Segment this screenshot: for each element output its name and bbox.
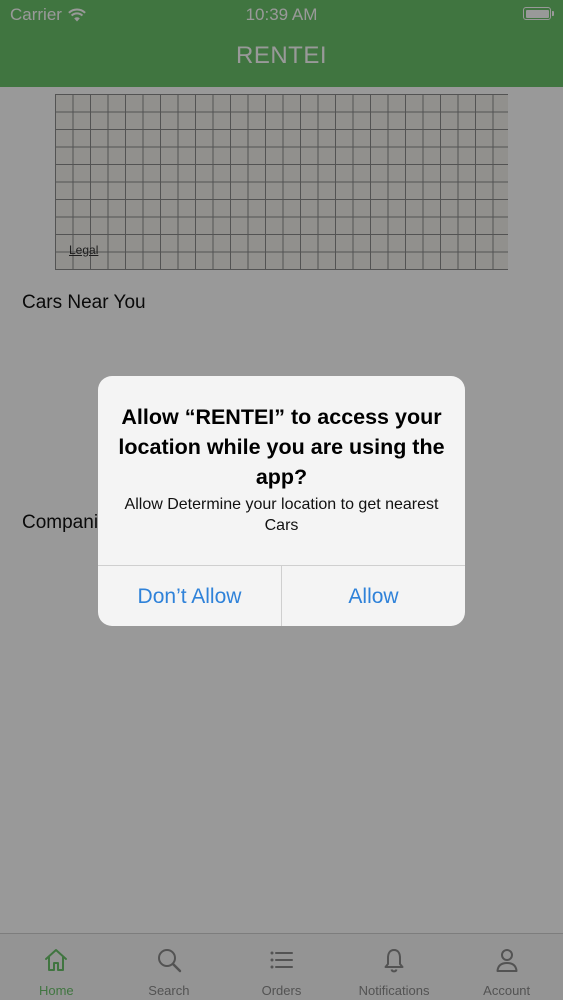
- allow-button[interactable]: Allow: [282, 566, 465, 626]
- location-permission-alert: Allow “RENTEI” to access your location w…: [98, 376, 465, 626]
- app-screen: Carrier 10:39 AM RENTEI Legal Cars Near …: [0, 0, 563, 1000]
- alert-message: Allow Determine your location to get nea…: [124, 496, 439, 534]
- dont-allow-button[interactable]: Don’t Allow: [98, 566, 281, 626]
- alert-actions: Don’t Allow Allow: [98, 565, 465, 626]
- alert-title: Allow “RENTEI” to access your location w…: [118, 405, 445, 489]
